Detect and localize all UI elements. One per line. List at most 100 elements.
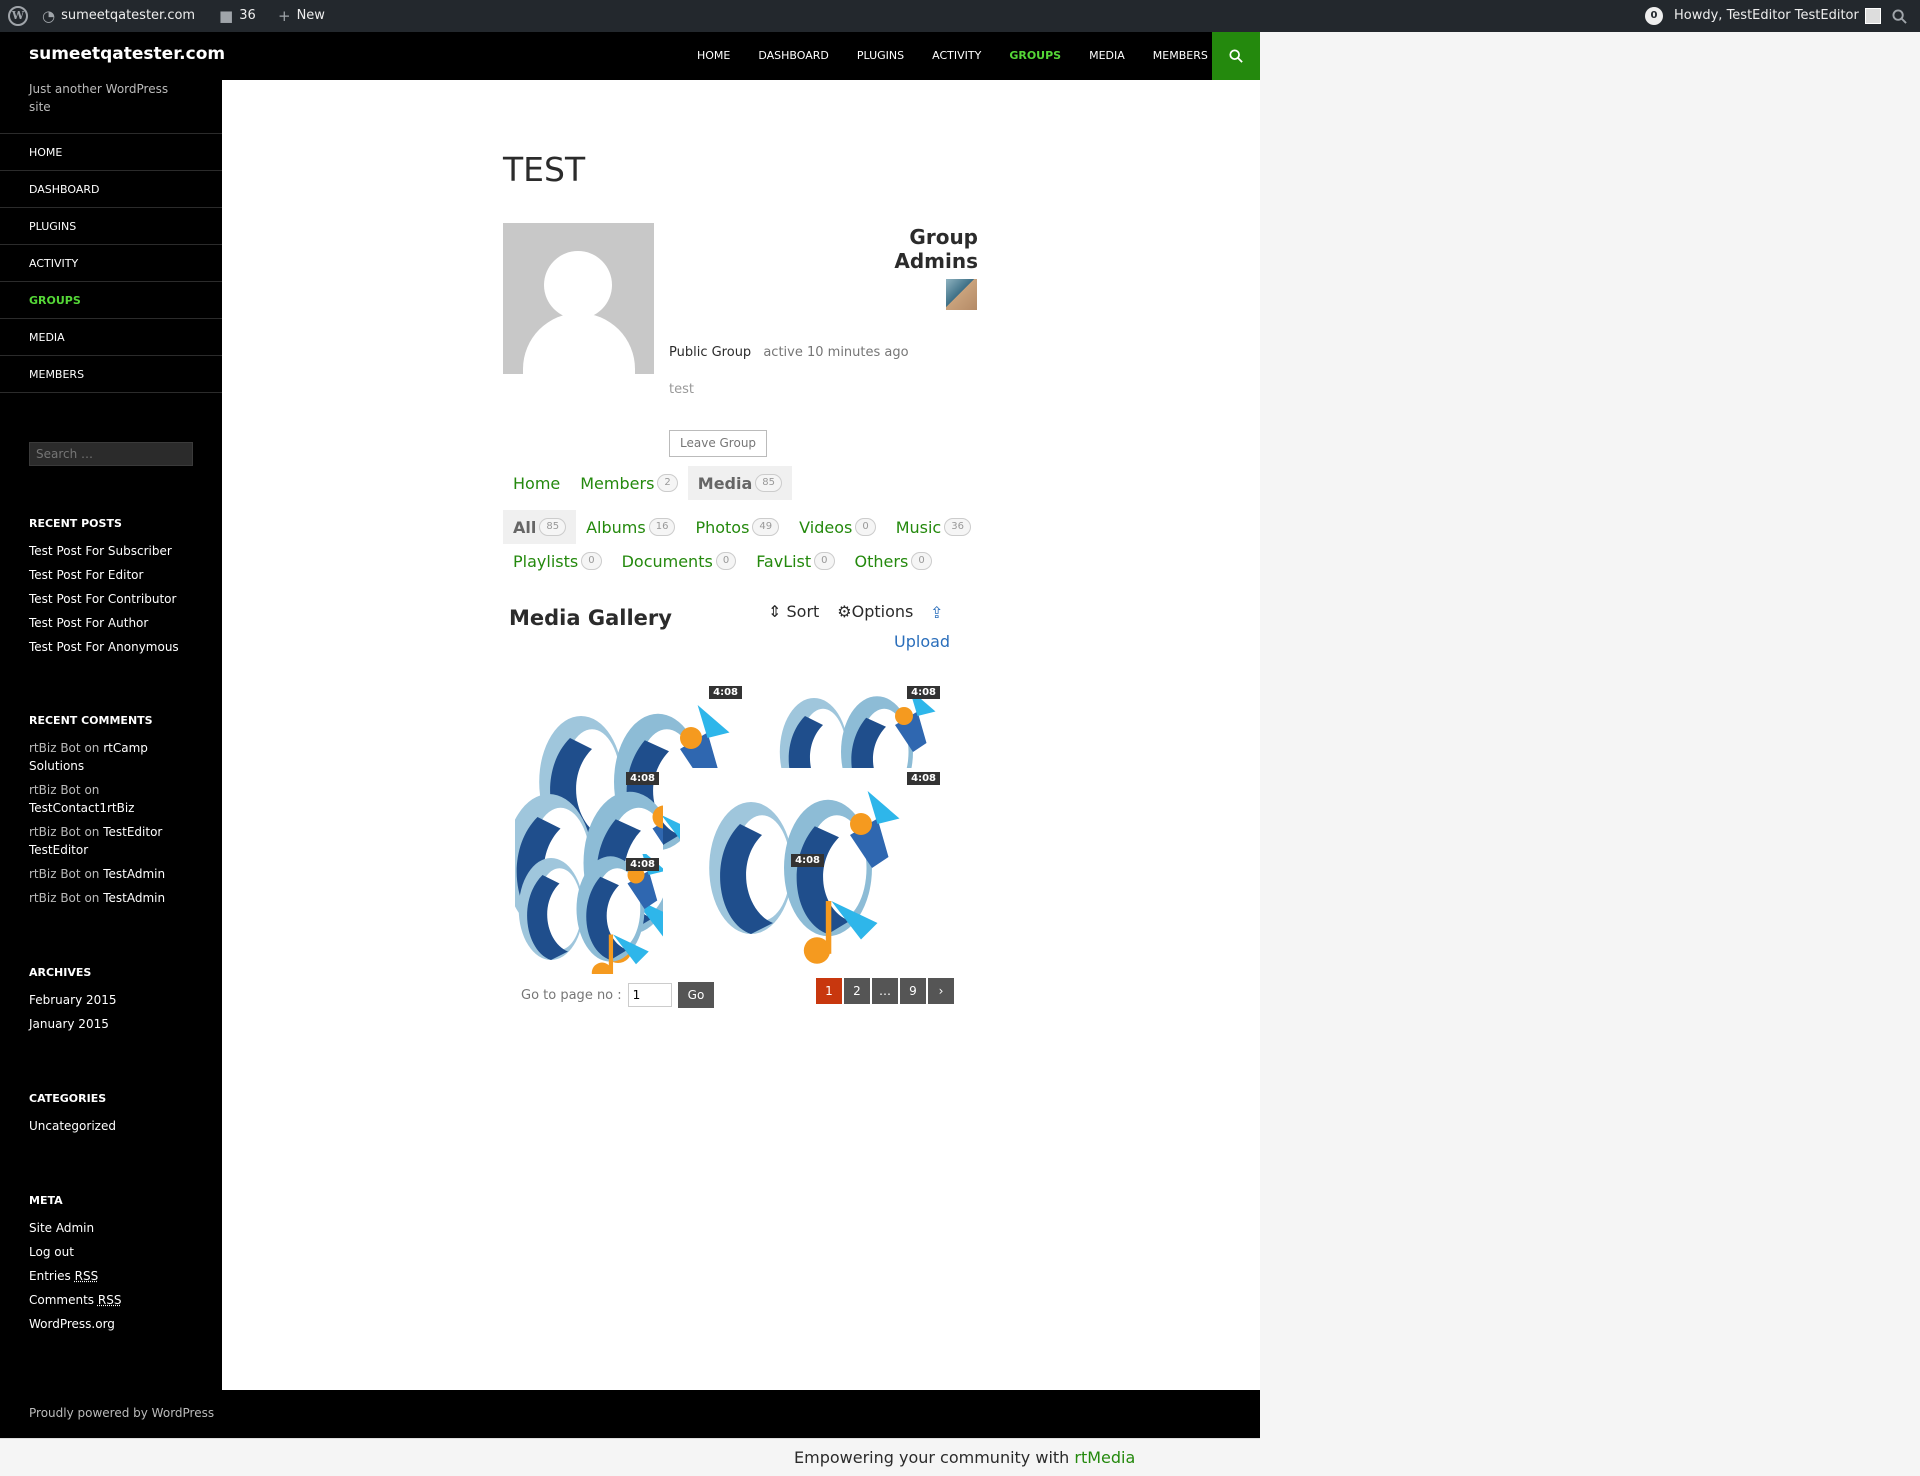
tab-count: 85 [539, 518, 567, 536]
admin-bar-site[interactable]: ◔ sumeetqatester.com [42, 0, 195, 32]
comments-count: 36 [239, 8, 256, 23]
archive-link[interactable]: February 2015 [29, 991, 199, 1009]
page-number-input[interactable] [627, 983, 672, 1007]
sidebar-item-groups[interactable]: GROUPS [0, 282, 222, 319]
empower-text: Empowering your community with [794, 1448, 1070, 1467]
site-title[interactable]: sumeetqatester.com [29, 44, 225, 64]
sidebar-item-activity[interactable]: ACTIVITY [0, 245, 222, 282]
comment-author: rtBiz Bot [29, 741, 81, 755]
sidebar-item-media[interactable]: MEDIA [0, 319, 222, 356]
page-1[interactable]: 1 [816, 978, 842, 1004]
options-button[interactable]: ⚙Options [837, 602, 913, 621]
next-page-button[interactable]: › [928, 978, 954, 1004]
wordpress-org-link[interactable]: WordPress.org [29, 1315, 199, 1333]
tab-documents[interactable]: Documents 0 [612, 544, 747, 578]
nav-members[interactable]: MEMBERS [1139, 32, 1222, 80]
leave-group-button[interactable]: Leave Group [669, 430, 768, 457]
media-item[interactable]: 4:08 [515, 854, 663, 974]
tab-all[interactable]: All 85 [503, 510, 577, 544]
search-toggle-icon[interactable] [1212, 32, 1260, 80]
tab-label: Home [513, 473, 561, 493]
nav-dashboard[interactable]: DASHBOARD [744, 32, 843, 80]
tab-playlists[interactable]: Playlists 0 [503, 544, 612, 578]
group-avatar[interactable] [503, 223, 654, 374]
notifications[interactable]: 0 [1645, 0, 1663, 32]
nav-media[interactable]: MEDIA [1075, 32, 1139, 80]
tab-media[interactable]: Media 85 [687, 466, 793, 500]
tab-favlist[interactable]: FavList 0 [746, 544, 844, 578]
admin-search-icon[interactable] [1892, 0, 1907, 32]
tab-others[interactable]: Others 0 [845, 544, 942, 578]
site-admin-link[interactable]: Site Admin [29, 1219, 199, 1237]
admin-bar-new[interactable]: + New [278, 0, 325, 32]
sidebar-item-dashboard[interactable]: DASHBOARD [0, 171, 222, 208]
group-status: Public Group active 10 minutes ago [669, 345, 909, 360]
nav-activity[interactable]: ACTIVITY [918, 32, 995, 80]
goto-page: Go to page no : Go [521, 982, 715, 1008]
tab-members[interactable]: Members 2 [570, 466, 688, 500]
tab-count: 16 [648, 518, 676, 536]
comment-target-link[interactable]: TestContact1rtBiz [29, 801, 134, 815]
recent-post-link[interactable]: Test Post For Contributor [29, 590, 199, 608]
tab-home[interactable]: Home [503, 466, 570, 500]
widget-title: RECENT POSTS [29, 517, 122, 530]
rtmedia-link[interactable]: rtMedia [1074, 1448, 1135, 1467]
tab-music[interactable]: Music 36 [886, 510, 981, 544]
comment-target-link[interactable]: TestAdmin [103, 867, 165, 881]
media-item[interactable]: 4:08 [700, 854, 828, 874]
sidebar-item-home[interactable]: HOME [0, 134, 222, 171]
recent-post-link[interactable]: Test Post For Author [29, 614, 199, 632]
recent-post-link[interactable]: Test Post For Anonymous [29, 638, 199, 656]
nav-groups[interactable]: GROUPS [995, 32, 1075, 80]
rss-abbr: RSS [97, 1293, 122, 1307]
archive-link[interactable]: January 2015 [29, 1015, 199, 1033]
comment-author: rtBiz Bot [29, 825, 81, 839]
sidebar-search-input[interactable] [29, 442, 193, 466]
recent-comment: rtBiz Bot on TestAdmin [29, 865, 199, 883]
tab-videos[interactable]: Videos 0 [789, 510, 886, 544]
notification-count: 0 [1645, 7, 1663, 25]
comment-on: on [84, 783, 100, 797]
category-link[interactable]: Uncategorized [29, 1117, 199, 1135]
comment-target-link[interactable]: TestAdmin [103, 891, 165, 905]
admin-avatar[interactable] [946, 279, 977, 310]
primary-nav: HOME DASHBOARD PLUGINS ACTIVITY GROUPS M… [683, 32, 1222, 80]
recent-comments-widget: RECENT COMMENTS rtBiz Bot on rtCamp Solu… [29, 714, 199, 913]
tab-albums[interactable]: Albums 16 [576, 510, 685, 544]
tab-label: Documents [621, 551, 713, 571]
wordpress-logo-icon[interactable]: W [8, 0, 28, 32]
page-title: TEST [503, 150, 586, 189]
sort-button[interactable]: ⇕ Sort [768, 602, 819, 621]
upload-link[interactable]: Upload [894, 632, 950, 651]
admin-bar-comments[interactable]: ■ 36 [219, 0, 256, 32]
entries-label: Entries [29, 1269, 71, 1283]
footer-credit[interactable]: Proudly powered by WordPress [29, 1406, 214, 1420]
recent-post-link[interactable]: Test Post For Editor [29, 566, 199, 584]
go-button[interactable]: Go [677, 982, 715, 1008]
duration-badge: 4:08 [907, 686, 940, 699]
avatar-body [523, 313, 635, 374]
group-description: test [669, 382, 694, 397]
tab-photos[interactable]: Photos 49 [685, 510, 789, 544]
tab-label: Photos [695, 517, 750, 537]
sidebar-item-members[interactable]: MEMBERS [0, 356, 222, 393]
page-9[interactable]: 9 [900, 978, 926, 1004]
sidebar-item-plugins[interactable]: PLUGINS [0, 208, 222, 245]
media-item[interactable]: 4:08 [680, 682, 944, 772]
nav-home[interactable]: HOME [683, 32, 744, 80]
nav-plugins[interactable]: PLUGINS [843, 32, 918, 80]
entries-rss-link[interactable]: Entries RSS [29, 1267, 199, 1285]
comments-rss-link[interactable]: Comments RSS [29, 1291, 199, 1309]
tab-label: All [513, 517, 537, 537]
tab-label: Members [580, 473, 655, 493]
account-menu[interactable]: Howdy, TestEditor TestEditor [1674, 0, 1881, 32]
dashboard-icon: ◔ [42, 7, 56, 25]
media-subtabs-row2: Playlists 0 Documents 0 FavList 0 Others… [503, 544, 942, 578]
log-out-link[interactable]: Log out [29, 1243, 199, 1261]
group-activity: active 10 minutes ago [763, 345, 909, 360]
upload-icon[interactable]: ⇪ [930, 603, 943, 622]
page-2[interactable]: 2 [844, 978, 870, 1004]
howdy-label: Howdy, TestEditor TestEditor [1674, 8, 1859, 23]
tab-label: FavList [756, 551, 812, 571]
recent-post-link[interactable]: Test Post For Subscriber [29, 542, 199, 560]
